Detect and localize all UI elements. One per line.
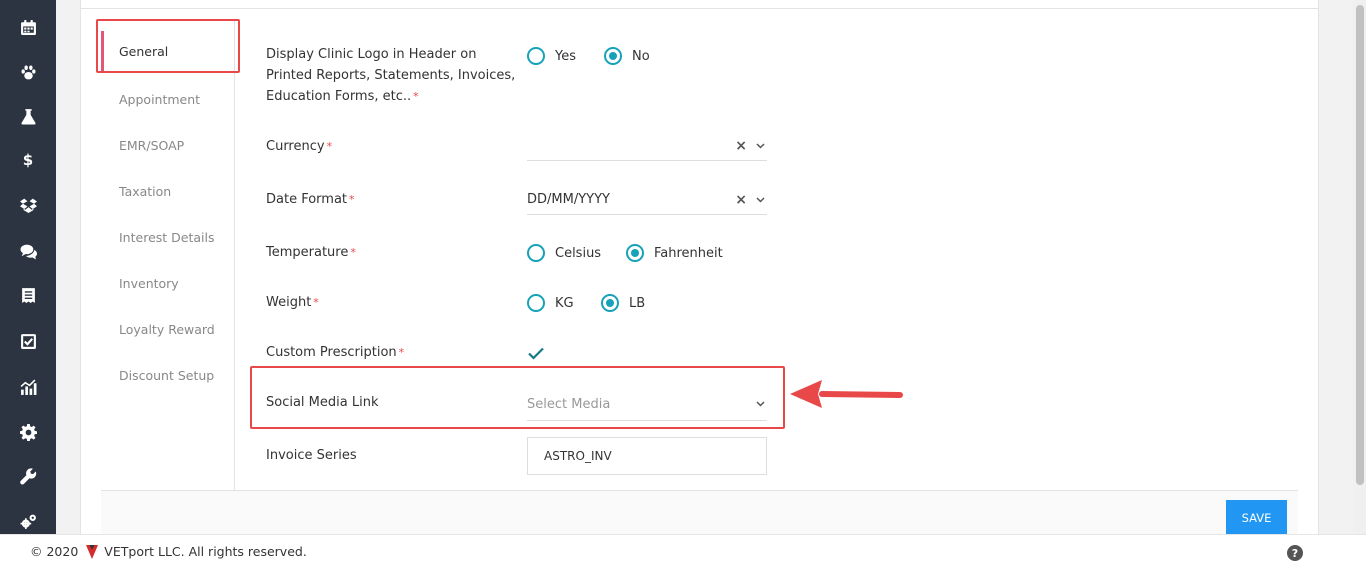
dropbox-icon[interactable]: [18, 195, 38, 215]
nav-item-discount-setup[interactable]: Discount Setup: [119, 368, 214, 383]
date-format-value: DD/MM/YYYY: [527, 192, 610, 207]
invoice-series-label: Invoice Series: [266, 448, 357, 463]
highlight-box-general: [96, 19, 240, 73]
temperature-fahrenheit-radio[interactable]: Fahrenheit: [626, 244, 723, 262]
chevron-down-icon[interactable]: [755, 399, 765, 409]
wrench-icon[interactable]: [18, 466, 38, 486]
nav-item-inventory[interactable]: Inventory: [119, 276, 179, 291]
radio-label: Celsius: [555, 245, 602, 261]
required-marker: *: [313, 296, 319, 309]
annotation-arrow-icon: [790, 380, 903, 408]
radio-dot: [631, 249, 639, 257]
invoice-series-input[interactable]: [527, 437, 767, 475]
copyright-suffix: VETport LLC. All rights reserved.: [104, 544, 307, 559]
chevron-down-icon[interactable]: [755, 195, 765, 205]
calendar-icon[interactable]: [18, 17, 38, 37]
clinic-logo-no-radio[interactable]: No: [604, 47, 650, 65]
required-marker: *: [349, 193, 355, 206]
required-marker: *: [413, 90, 419, 103]
weight-kg-radio[interactable]: KG: [527, 294, 574, 312]
clinic-logo-label: Display Clinic Logo in Header on Printed…: [266, 47, 516, 104]
radio-circle: [626, 244, 644, 262]
custom-prescription-label: Custom Prescription *: [266, 345, 405, 360]
nav-item-taxation[interactable]: Taxation: [119, 184, 171, 199]
save-button[interactable]: SAVE: [1226, 500, 1287, 535]
radio-circle: [527, 47, 545, 65]
required-marker: *: [398, 346, 405, 359]
paw-icon[interactable]: [18, 62, 38, 82]
scrollbar-thumb[interactable]: [1356, 5, 1364, 485]
radio-label: Fahrenheit: [654, 245, 723, 261]
currency-label: Currency *: [266, 139, 333, 154]
radio-dot: [609, 52, 617, 60]
temperature-celsius-radio[interactable]: Celsius: [527, 244, 601, 262]
social-media-placeholder: Select Media: [527, 396, 611, 412]
flask-icon[interactable]: [18, 106, 38, 126]
nav-item-appointment[interactable]: Appointment: [119, 92, 200, 107]
radio-circle: [604, 47, 622, 65]
social-media-select[interactable]: Select Media: [527, 388, 767, 421]
required-marker: *: [326, 140, 333, 153]
sidebar-rail: $: [0, 0, 56, 534]
radio-circle: [601, 294, 619, 312]
chart-icon[interactable]: [18, 377, 38, 397]
weight-lb-radio[interactable]: LB: [601, 294, 645, 312]
radio-label: Yes: [555, 48, 576, 64]
checkbox-icon[interactable]: [18, 331, 38, 351]
help-icon[interactable]: ?: [1287, 545, 1303, 561]
chat-icon[interactable]: [18, 241, 38, 261]
vetport-logo-icon: [86, 544, 99, 559]
settings-nav: General Appointment EMR/SOAP Taxation In…: [101, 20, 235, 490]
radio-circle: [527, 294, 545, 312]
chevron-down-icon[interactable]: [755, 141, 765, 151]
radio-label: No: [632, 48, 650, 64]
form-action-bar: [101, 490, 1298, 534]
radio-dot: [606, 299, 614, 307]
card-top-divider: [81, 8, 1318, 9]
date-format-label: Date Format *: [266, 192, 355, 207]
weight-label: Weight *: [266, 295, 319, 310]
temperature-label: Temperature *: [266, 245, 356, 260]
gear-icon[interactable]: [18, 422, 38, 442]
nav-item-emr-soap[interactable]: EMR/SOAP: [119, 138, 184, 153]
clinic-logo-yes-radio[interactable]: Yes: [527, 47, 576, 65]
radio-label: KG: [555, 295, 574, 311]
copyright-prefix: © 2020: [30, 544, 79, 559]
dollar-icon[interactable]: $: [18, 150, 38, 170]
custom-prescription-checkbox[interactable]: [527, 344, 545, 362]
radio-circle: [527, 244, 545, 262]
clear-icon[interactable]: ×: [735, 138, 747, 154]
social-media-label: Social Media Link: [266, 395, 379, 410]
clear-icon[interactable]: ×: [735, 192, 747, 208]
date-format-select[interactable]: DD/MM/YYYY ×: [527, 185, 767, 215]
currency-select[interactable]: ×: [527, 131, 767, 161]
nav-item-loyalty-reward[interactable]: Loyalty Reward: [119, 322, 215, 337]
nav-item-interest-details[interactable]: Interest Details: [119, 230, 214, 245]
gears-icon[interactable]: [18, 511, 38, 531]
copyright-text: © 2020 VETport LLC. All rights reserved.: [30, 544, 307, 559]
checkmark-icon: [528, 347, 544, 360]
required-marker: *: [350, 246, 356, 259]
radio-label: LB: [629, 295, 646, 311]
receipt-icon[interactable]: [18, 285, 38, 305]
